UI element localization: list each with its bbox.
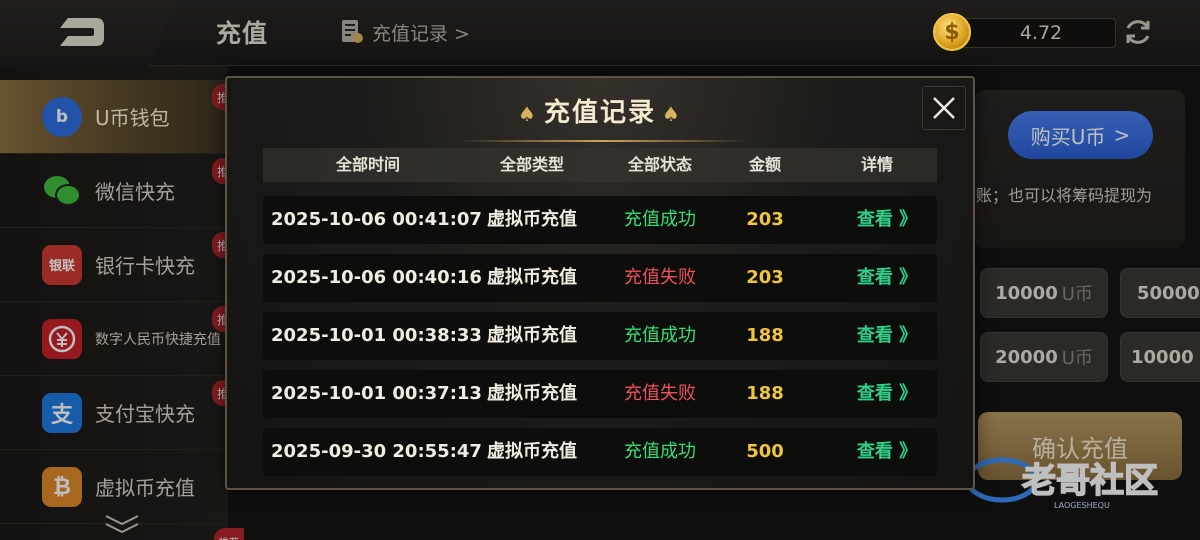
column-header-status[interactable]: 全部状态	[605, 148, 715, 182]
view-detail-link[interactable]: 查看 》	[851, 196, 923, 244]
record-time: 2025-09-30 20:55:47	[271, 441, 482, 462]
view-detail-link[interactable]: 查看 》	[851, 254, 923, 302]
close-icon	[933, 97, 955, 119]
close-button[interactable]	[922, 86, 966, 130]
recharge-records-dialog: ♠ 充值记录 ♠ 全部时间 全部类型 全部状态 金额 详情 2025-10-06 0…	[225, 76, 975, 490]
spade-icon: ♠	[662, 102, 682, 126]
record-status: 充值失败	[624, 267, 696, 288]
record-status: 充值成功	[624, 209, 696, 230]
column-header-type[interactable]: 全部类型	[477, 148, 587, 182]
dialog-title: ♠ 充值记录 ♠	[518, 98, 682, 128]
record-type: 虚拟币充值	[487, 267, 577, 288]
record-amount: 188	[746, 325, 784, 346]
view-detail-link[interactable]: 查看 》	[851, 312, 923, 360]
spade-icon: ♠	[518, 102, 538, 126]
record-type: 虚拟币充值	[487, 441, 577, 462]
title-divider	[457, 140, 747, 142]
record-status: 充值成功	[624, 325, 696, 346]
record-type: 虚拟币充值	[487, 209, 577, 230]
column-header-detail: 详情	[860, 155, 893, 174]
record-amount: 203	[746, 267, 784, 288]
coin-icon: $	[933, 13, 971, 51]
table-row: 2025-10-06 00:40:16 虚拟币充值 充值失败 203 查看 》	[263, 254, 937, 302]
record-type: 虚拟币充值	[487, 325, 577, 346]
view-detail-link[interactable]: 查看 》	[851, 428, 923, 476]
view-detail-link[interactable]: 查看 》	[851, 370, 923, 418]
table-row: 2025-10-01 00:37:13 虚拟币充值 充值失败 188 查看 》	[263, 370, 937, 418]
record-time: 2025-10-01 00:38:33	[271, 325, 482, 346]
table-row: 2025-10-06 00:41:07 虚拟币充值 充值成功 203 查看 》	[263, 196, 937, 244]
record-amount: 188	[746, 383, 784, 404]
table-header: 全部时间 全部类型 全部状态 金额 详情	[263, 148, 937, 182]
record-time: 2025-10-01 00:37:13	[271, 383, 482, 404]
record-status: 充值成功	[624, 441, 696, 462]
record-time: 2025-10-06 00:40:16	[271, 267, 482, 288]
record-amount: 500	[746, 441, 784, 462]
table-row: 2025-10-01 00:38:33 虚拟币充值 充值成功 188 查看 》	[263, 312, 937, 360]
record-type: 虚拟币充值	[487, 383, 577, 404]
column-header-amount: 金额	[748, 155, 781, 174]
table-row: 2025-09-30 20:55:47 虚拟币充值 充值成功 500 查看 》	[263, 428, 937, 476]
record-amount: 203	[746, 209, 784, 230]
record-time: 2025-10-06 00:41:07	[271, 209, 482, 230]
record-status: 充值失败	[624, 383, 696, 404]
column-header-time[interactable]: 全部时间	[303, 148, 433, 182]
